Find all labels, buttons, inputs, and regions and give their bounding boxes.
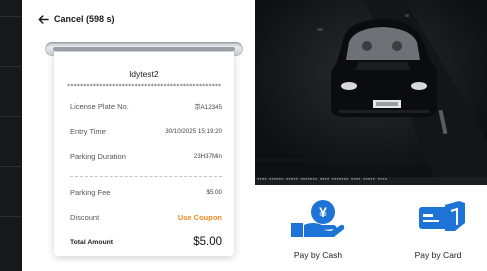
receipt-separator: ****************************************…	[66, 83, 222, 90]
receipt-title: ldytest2	[129, 69, 159, 79]
parking-fee-value: $5.00	[206, 188, 222, 196]
vehicle-capture-image	[255, 0, 487, 181]
row-parking-duration: Parking Duration 23H37Min	[70, 150, 222, 162]
divider	[0, 116, 22, 117]
cancel-label: Cancel (598 s)	[54, 14, 115, 24]
entry-time-value: 30/10/2025 15:19:20	[165, 127, 222, 135]
left-edge-strip	[0, 0, 22, 271]
discount-label: Discount	[70, 212, 100, 222]
cancel-button[interactable]: Cancel (598 s)	[38, 14, 115, 24]
row-discount: Discount Use Coupon	[70, 211, 222, 223]
pay-by-cash-label: Pay by Cash	[293, 250, 343, 260]
license-plate-value: 京A12345	[194, 103, 222, 111]
receipt-divider	[70, 176, 222, 177]
divider	[0, 66, 22, 67]
parking-fee-label: Parking Fee	[70, 187, 111, 197]
pay-by-card-label: Pay by Card	[414, 250, 462, 260]
cash-hand-icon: ¥	[289, 199, 345, 244]
parking-duration-label: Parking Duration	[70, 151, 126, 161]
entry-time-label: Entry Time	[70, 126, 106, 136]
arrow-left-icon	[38, 14, 49, 24]
receipt: ldytest2 *******************************…	[54, 52, 234, 256]
row-entry-time: Entry Time 30/10/2025 15:19:20	[70, 125, 222, 137]
payment-panel: Cancel (598 s) ldytest2 ****************…	[22, 0, 255, 271]
card-hand-icon	[415, 201, 469, 242]
use-coupon-button[interactable]: Use Coupon	[178, 213, 222, 222]
row-license-plate: License Plate No. 京A12345	[70, 100, 222, 112]
divider	[0, 216, 22, 217]
payment-methods: ¥ Pay by Cash Pay by Card	[255, 185, 487, 271]
pay-by-card-button[interactable]: Pay by Card	[383, 185, 487, 271]
parking-duration-value: 23H37Min	[193, 152, 222, 160]
divider	[0, 166, 22, 167]
camera-timestamp-strip: ▪▪▪▪ ▪▪▪▪▪▪ ▪▪▪▪▪ ▪▪▪▪▪▪▪ ▪▪▪▪ ▪▪▪▪▪▪▪ ▪…	[255, 177, 487, 181]
camera-snapshot: ▪▪▪▪ ▪▪▪▪▪▪ ▪▪▪▪▪ ▪▪▪▪▪▪▪ ▪▪▪▪ ▪▪▪▪▪▪▪ ▪…	[255, 0, 487, 181]
printer-slot-opening	[53, 47, 235, 51]
pay-by-cash-button[interactable]: ¥ Pay by Cash	[263, 185, 373, 271]
row-total: Total Amount $5.00	[70, 236, 222, 248]
total-amount-label: Total Amount	[70, 238, 114, 246]
svg-text:¥: ¥	[319, 204, 327, 220]
total-amount-value: $5.00	[193, 236, 222, 248]
row-parking-fee: Parking Fee $5.00	[70, 186, 222, 198]
license-plate-label: License Plate No.	[70, 101, 129, 111]
divider	[0, 16, 22, 17]
